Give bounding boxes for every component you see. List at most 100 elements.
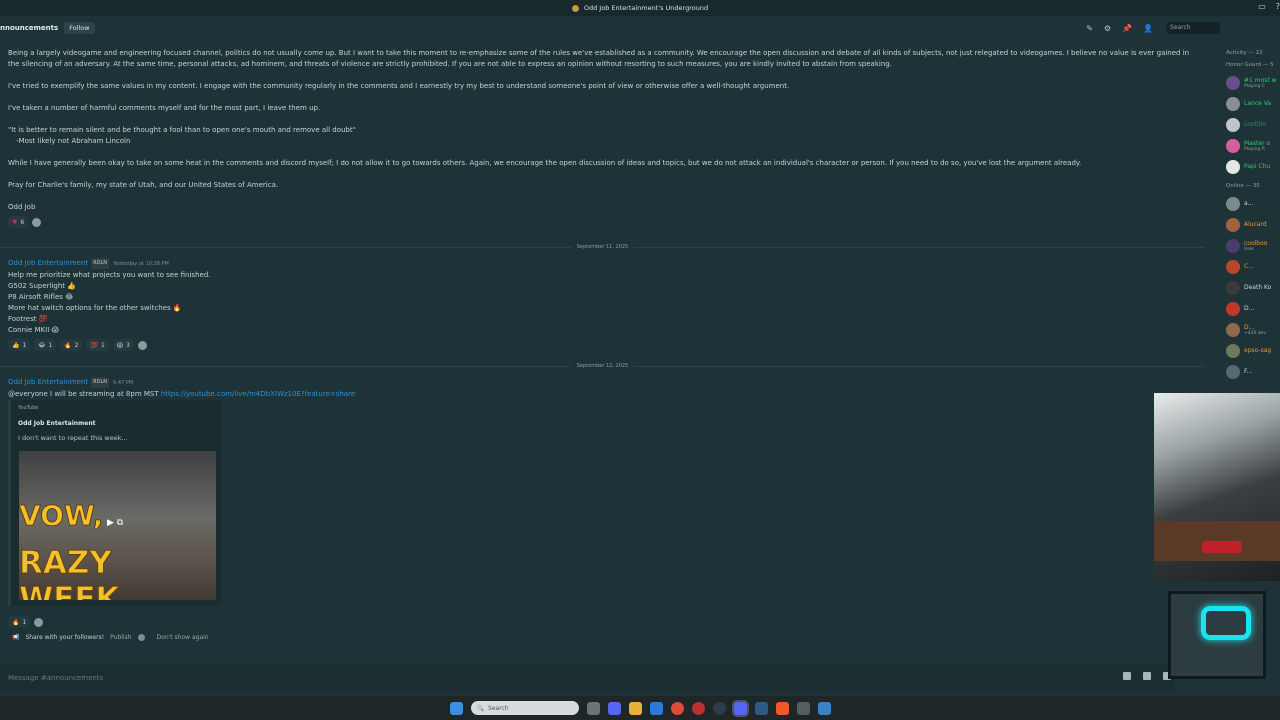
app-icon[interactable] xyxy=(691,701,705,715)
avatar xyxy=(1226,159,1240,174)
member-item[interactable]: D... +420 dev xyxy=(1220,319,1280,340)
help-icon[interactable]: ? xyxy=(1276,2,1280,11)
member-status: User xyxy=(1244,246,1255,252)
terminal-icon[interactable] xyxy=(754,701,768,715)
embed-title[interactable]: Odd Job Entertainment xyxy=(18,420,214,427)
start-icon[interactable] xyxy=(449,701,463,715)
pin-icon[interactable]: 📌 xyxy=(1122,24,1132,33)
post2: Odd Job Entertainment RDLN Yesterday at 10… xyxy=(8,258,210,351)
webcam-overlay xyxy=(1154,393,1280,581)
member-item[interactable]: Lance Va xyxy=(1220,93,1280,114)
member-item[interactable]: #1 most w Playing C xyxy=(1220,72,1280,93)
online-header: Online — 35 xyxy=(1226,183,1260,189)
member-item[interactable]: Master o Playing R xyxy=(1220,135,1280,156)
post1-p4: While I have generally been okay to take… xyxy=(8,159,1082,167)
thumbnail-text-1: VOW, xyxy=(19,499,104,533)
reaction-item[interactable]: 😱 3 xyxy=(112,339,134,351)
post2-line: P8 Airsoft Rifles 😂 xyxy=(8,293,74,301)
post2-line: More hat switch options for the other sw… xyxy=(8,304,182,312)
taskbar-search[interactable]: 🔍 Search xyxy=(470,701,579,715)
avatar xyxy=(1226,322,1240,337)
inbox-icon[interactable]: ▭ xyxy=(1258,2,1266,11)
webcam-object xyxy=(1202,541,1242,553)
search-icon: 🔍 xyxy=(476,704,484,712)
post3-role-tag: RDLN xyxy=(91,377,110,388)
follow-button[interactable]: Follow xyxy=(64,22,95,34)
post3-author[interactable]: Odd Job Entertainment xyxy=(8,378,88,386)
threads-icon[interactable]: ✎ xyxy=(1086,24,1093,33)
member-item[interactable]: Papi Chu xyxy=(1220,156,1280,177)
notepad-icon[interactable] xyxy=(817,701,831,715)
member-name: D... xyxy=(1244,305,1255,312)
post2-author[interactable]: Odd Job Entertainment xyxy=(8,259,88,267)
post1-p3: I've taken a number of harmful comments … xyxy=(8,104,321,112)
message-composer xyxy=(0,664,1175,691)
activity-header: Activity — 22 xyxy=(1226,50,1263,56)
member-item[interactable]: D... xyxy=(1220,298,1280,319)
notification-icon[interactable]: ⚙ xyxy=(1104,24,1111,33)
gift-icon[interactable] xyxy=(1123,672,1131,680)
dont-show-again-button[interactable]: Don't show again xyxy=(157,634,209,641)
steam-icon[interactable] xyxy=(712,701,726,715)
avatar xyxy=(1226,117,1240,132)
post1-quote-attr: -Most likely not Abraham Lincoln xyxy=(16,137,131,145)
message-input[interactable] xyxy=(8,673,608,682)
share-text: Share with your followers! xyxy=(25,634,105,641)
message-list: Being a largely videogame and engineerin… xyxy=(8,48,1208,228)
member-name: epso-sag xyxy=(1244,347,1272,354)
add-reaction-icon[interactable] xyxy=(32,217,42,227)
video-thumbnail[interactable]: VOW, RAZY WEEK ▶ ⧉ xyxy=(19,451,216,600)
reaction-item[interactable]: 😂 1 xyxy=(34,339,57,351)
member-name: D... xyxy=(1244,323,1255,331)
member-item[interactable]: F... xyxy=(1220,361,1280,382)
tool-icon[interactable] xyxy=(796,701,810,715)
reaction-heart[interactable]: ♥ 6 xyxy=(8,216,29,228)
chrome-icon[interactable] xyxy=(670,701,684,715)
member-item[interactable]: Alucard xyxy=(1220,214,1280,235)
member-list: Activity — 22 Honor Guard — 5 #1 most wP… xyxy=(1220,44,1280,394)
channel-header: nnouncements Follow ✎ ⚙ 📌 👤 Search xyxy=(0,16,1220,40)
reaction-item[interactable]: 💯 1 xyxy=(86,339,109,351)
member-name: Papi Chu xyxy=(1244,163,1271,170)
post3-reactions: 🔥 1 xyxy=(8,616,44,628)
post3-link[interactable]: https://youtube.com/live/m4DbXIWz10E?fea… xyxy=(161,390,355,398)
discord-icon[interactable] xyxy=(607,701,621,715)
avatar xyxy=(1226,301,1240,316)
close-icon[interactable] xyxy=(137,634,145,641)
honor-guard-header: Honor Guard — 5 xyxy=(1226,62,1274,68)
gif-icon[interactable] xyxy=(1143,672,1151,680)
member-item[interactable]: Death Ko xyxy=(1220,277,1280,298)
add-reaction-icon[interactable] xyxy=(34,617,44,627)
member-item[interactable]: a... xyxy=(1220,193,1280,214)
header-search-input[interactable]: Search xyxy=(1166,22,1220,34)
store-icon[interactable] xyxy=(649,701,663,715)
embed-description: I don't want to repeat this week... xyxy=(18,434,128,442)
add-reaction-icon[interactable] xyxy=(137,340,147,350)
reaction-item[interactable]: 🔥 1 xyxy=(8,616,31,628)
brave-icon[interactable] xyxy=(775,701,789,715)
post1-quote: "It is better to remain silent and be th… xyxy=(8,126,356,134)
member-item[interactable]: coolboo User xyxy=(1220,235,1280,256)
member-name: #1 most w xyxy=(1244,76,1277,84)
discord-active-icon[interactable] xyxy=(731,699,749,717)
avatar xyxy=(1226,280,1240,295)
play-icon[interactable]: ▶ ⧉ xyxy=(107,518,129,532)
post2-line: Footrest 💯 xyxy=(8,315,48,323)
date-divider-2-label: September 12, 2025 xyxy=(570,363,635,369)
member-item[interactable]: LootSlo xyxy=(1220,114,1280,135)
taskbar: 🔍 Search xyxy=(0,696,1280,720)
members-icon[interactable]: 👤 xyxy=(1143,24,1153,33)
publish-button[interactable]: Publish xyxy=(110,634,131,641)
share-prompt: 📢 Share with your followers! Publish Don… xyxy=(12,634,209,641)
window-title: Odd Job Entertainment's Underground xyxy=(583,4,709,12)
file-explorer-icon[interactable] xyxy=(628,701,642,715)
reaction-item[interactable]: 👍 1 xyxy=(8,339,31,351)
reaction-item[interactable]: 🔥 2 xyxy=(60,339,83,351)
thumbnail-text-2: RAZY WEEK xyxy=(19,545,120,601)
date-divider-1-label: September 11, 2025 xyxy=(570,244,635,250)
task-view-icon[interactable] xyxy=(586,701,600,715)
member-item[interactable]: C... xyxy=(1220,256,1280,277)
member-item[interactable]: epso-sag xyxy=(1220,340,1280,361)
date-divider-2: September 12, 2025 xyxy=(0,363,1205,369)
member-name: Alucard xyxy=(1244,221,1267,228)
